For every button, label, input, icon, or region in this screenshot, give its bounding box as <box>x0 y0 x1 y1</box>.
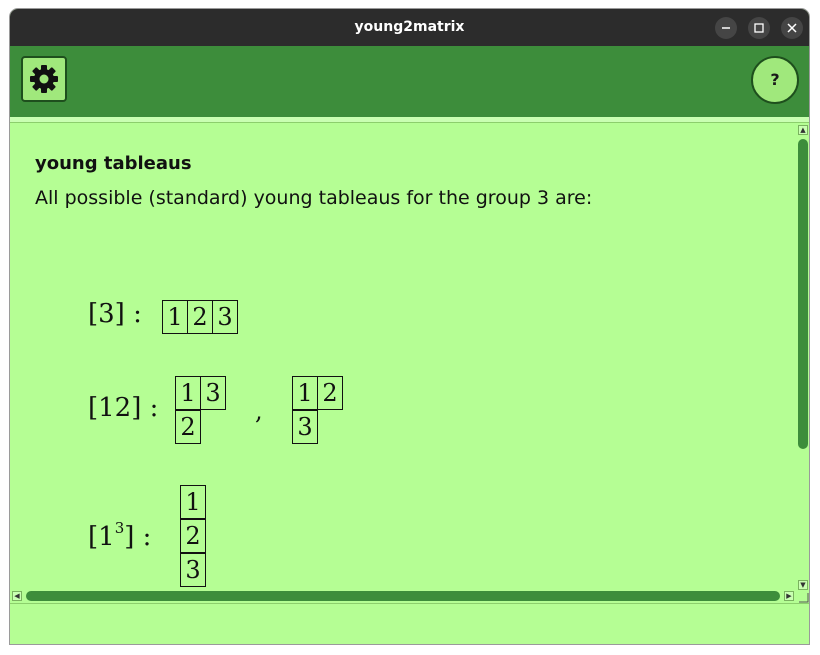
tableau-cell: 2 <box>317 376 343 410</box>
tableau-row: 3 <box>180 553 206 587</box>
app-window: young2matrix ? young tableaus All possib… <box>9 8 810 645</box>
help-button[interactable]: ? <box>751 56 799 104</box>
resize-grip-icon[interactable] <box>796 589 809 603</box>
horizontal-scroll-thumb[interactable] <box>26 591 780 601</box>
label-exponent: 3 <box>114 519 125 537</box>
description-text: All possible (standard) young tableaus f… <box>35 187 593 209</box>
vertical-scrollbar[interactable]: ▲ ▼ <box>796 123 809 593</box>
minimize-button[interactable] <box>715 17 737 39</box>
label-base: [1 <box>88 522 115 552</box>
tableau-cell: 1 <box>162 300 188 334</box>
partition-label-12: [12] : <box>88 393 159 423</box>
scroll-right-arrow-icon[interactable]: ▶ <box>784 591 794 601</box>
tableau-row: 1 2 <box>292 376 343 410</box>
tableau-cell: 2 <box>180 519 206 553</box>
scroll-left-arrow-icon[interactable]: ◀ <box>12 591 22 601</box>
tableau-cell: 1 <box>175 376 201 410</box>
tableau-cell: 1 <box>292 376 318 410</box>
young-tableau: 1 2 3 <box>162 300 238 334</box>
status-bar <box>10 603 809 644</box>
maximize-button[interactable] <box>748 17 770 39</box>
tableau-cell: 3 <box>200 376 226 410</box>
scroll-up-arrow-icon[interactable]: ▲ <box>798 125 808 135</box>
tableau-cell: 3 <box>212 300 238 334</box>
window-title: young2matrix <box>354 19 465 35</box>
vertical-scroll-thumb[interactable] <box>798 139 808 449</box>
toolbar: ? <box>10 46 809 117</box>
young-tableau: 1 2 3 <box>292 376 343 444</box>
tableau-cell: 3 <box>180 553 206 587</box>
partition-label-1-cubed: [13] : <box>88 519 151 552</box>
tableau-cell: 2 <box>187 300 213 334</box>
horizontal-scrollbar[interactable]: ◀ ▶ <box>10 589 796 603</box>
tableau-cell: 1 <box>180 485 206 519</box>
tableau-row: 1 3 <box>175 376 226 410</box>
tableau-cell: 3 <box>292 410 318 444</box>
partition-label-3: [3] : <box>88 299 142 329</box>
content-area[interactable]: young tableaus All possible (standard) y… <box>10 123 809 601</box>
tableau-row: 2 <box>175 410 225 444</box>
tableau-row: 1 2 3 <box>162 300 238 334</box>
close-button[interactable] <box>781 17 803 39</box>
tableau-row: 3 <box>292 410 342 444</box>
young-tableau: 1 2 3 <box>180 485 206 587</box>
gear-icon <box>30 65 58 93</box>
tableau-row: 1 <box>180 485 206 519</box>
section-heading: young tableaus <box>35 153 192 174</box>
maximize-icon <box>754 23 764 33</box>
tableau-separator: , <box>255 397 263 425</box>
young-tableau: 1 3 2 <box>175 376 226 444</box>
minimize-icon <box>722 27 730 29</box>
tableau-cell: 2 <box>175 410 201 444</box>
tableau-row: 2 <box>180 519 206 553</box>
close-icon <box>787 23 797 33</box>
title-bar[interactable]: young2matrix <box>10 9 809 46</box>
label-tail: ] : <box>124 522 152 552</box>
settings-button[interactable] <box>21 56 67 102</box>
